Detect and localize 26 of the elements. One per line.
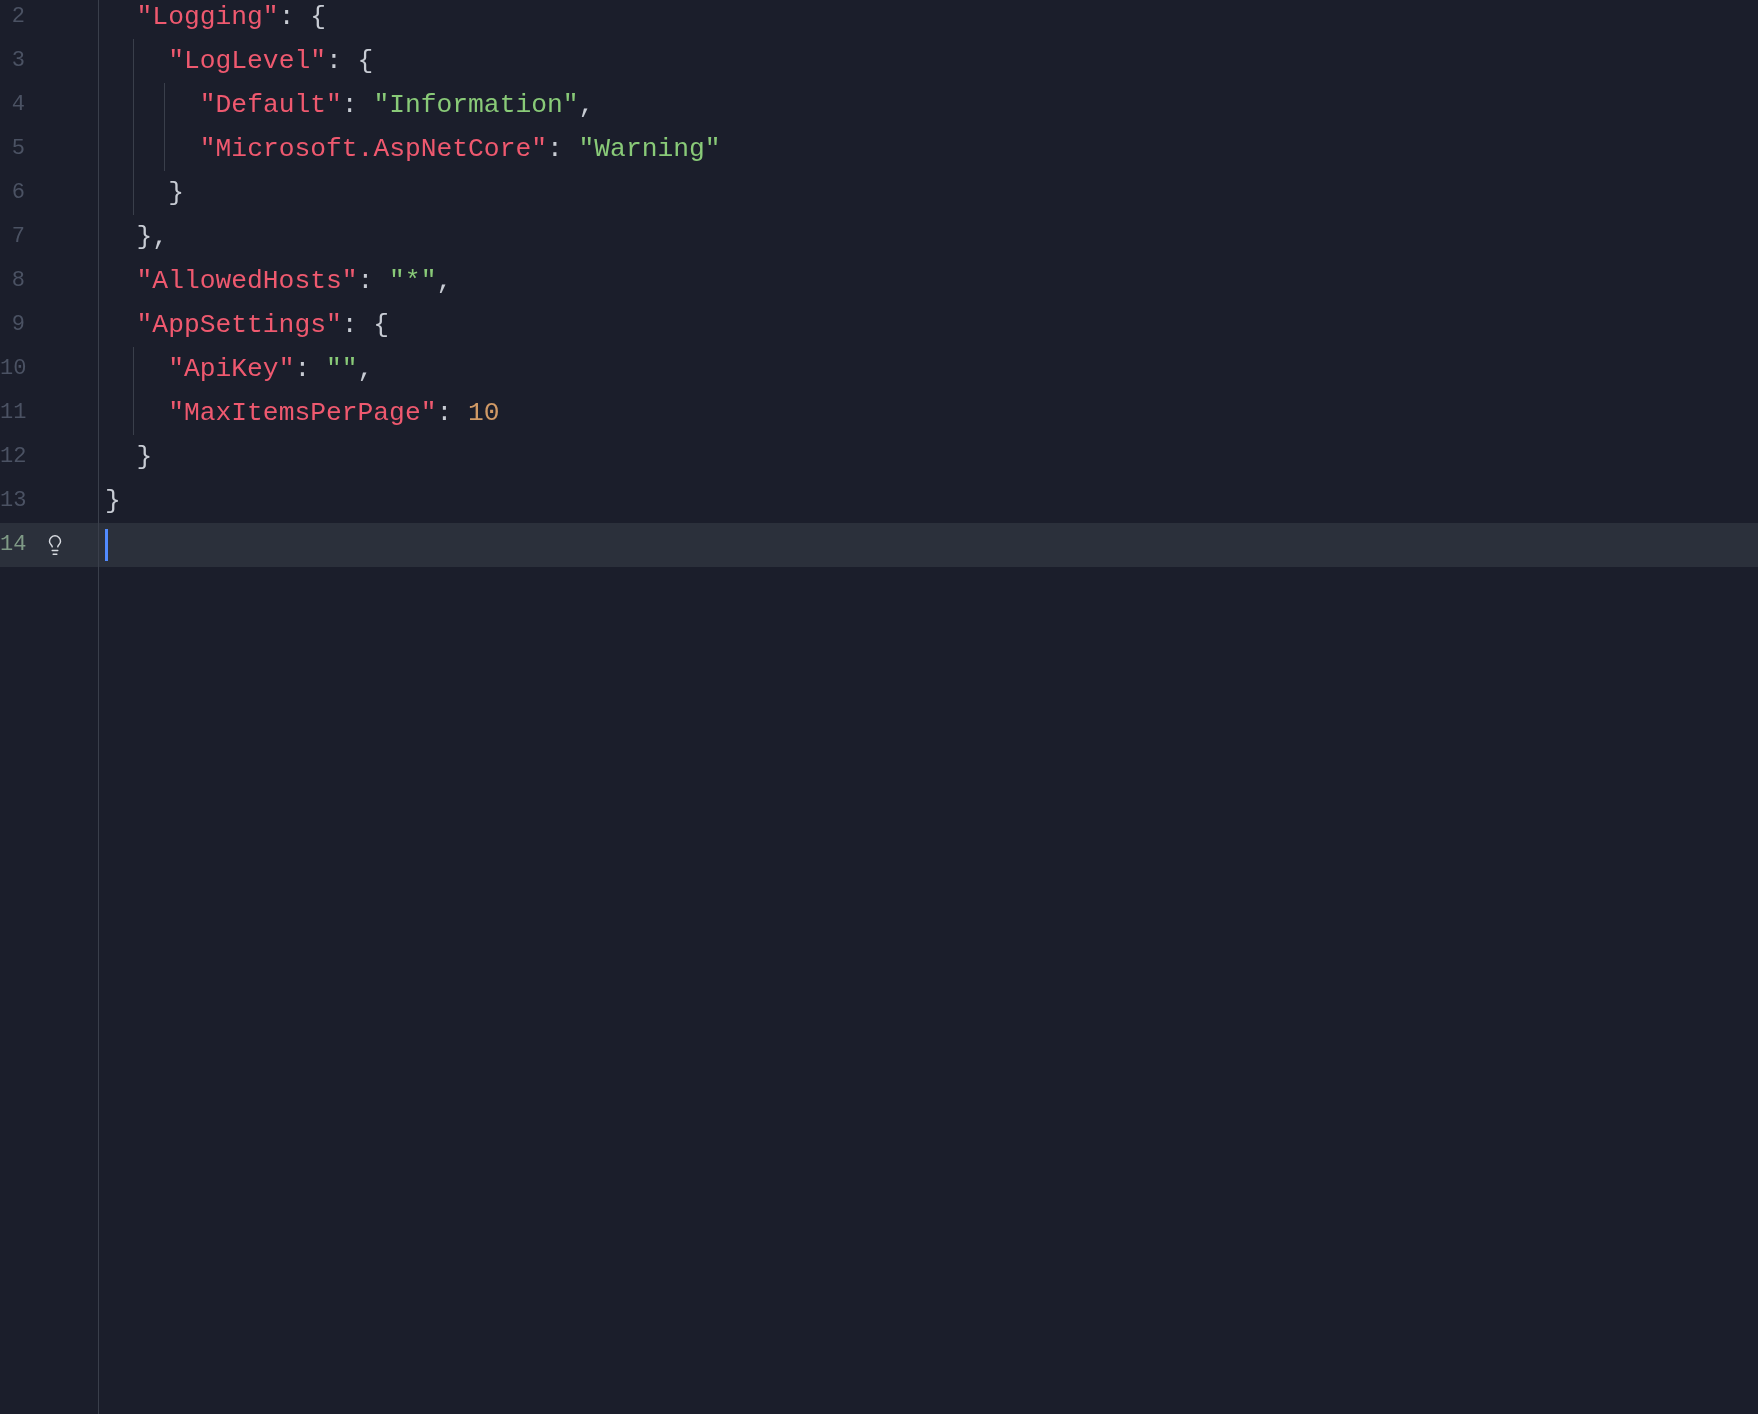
line-number: 12 xyxy=(0,446,25,468)
line-number: 11 xyxy=(0,402,25,424)
code-line: "LogLevel": { xyxy=(168,47,374,75)
code-line: "AllowedHosts": "*", xyxy=(136,267,453,295)
text-cursor xyxy=(105,529,108,561)
line-number: 4 xyxy=(10,94,25,116)
code-line: "Default": "Information", xyxy=(199,91,595,119)
code-line: } xyxy=(105,487,121,515)
code-line: "MaxItemsPerPage": 10 xyxy=(168,399,500,427)
line-number: 3 xyxy=(10,50,25,72)
line-number: 5 xyxy=(10,138,25,160)
line-number: 2 xyxy=(10,6,25,28)
line-number: 6 xyxy=(10,182,25,204)
code-line: "Logging": { xyxy=(136,3,326,31)
line-number: 8 xyxy=(10,270,25,292)
code-line: "AppSettings": { xyxy=(136,311,390,339)
code-line: } xyxy=(136,443,153,471)
line-number: 9 xyxy=(10,314,25,336)
line-number: 7 xyxy=(10,226,25,248)
code-line: } xyxy=(168,179,184,207)
code-line: "Microsoft.AspNetCore": "Warning" xyxy=(199,135,721,163)
code-line: "ApiKey": "", xyxy=(168,355,374,383)
line-number: 13 xyxy=(0,490,25,512)
code-line: }, xyxy=(136,223,169,251)
line-number: 14 xyxy=(0,534,25,556)
line-number: 10 xyxy=(0,358,25,380)
